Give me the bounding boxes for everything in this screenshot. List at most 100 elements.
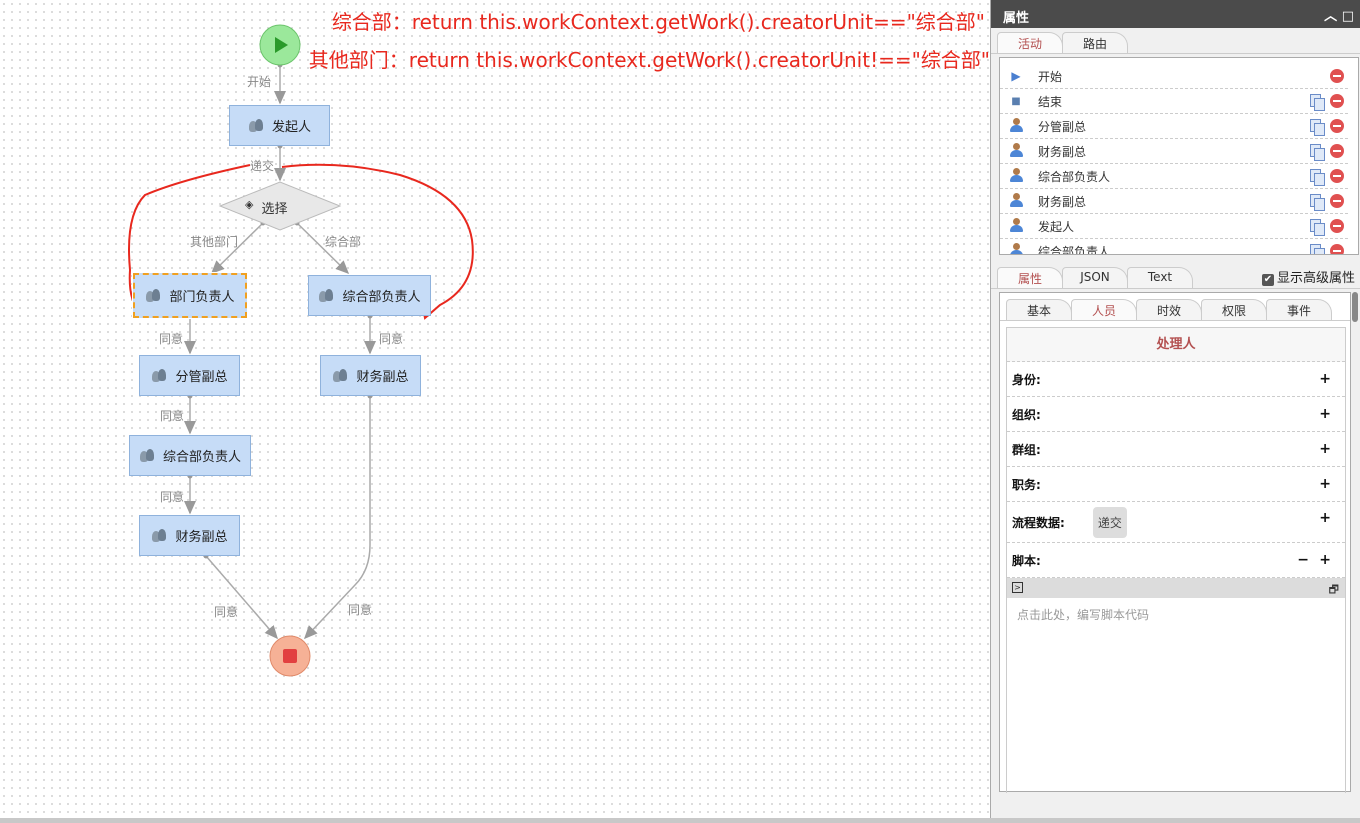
route-label: 开始 bbox=[247, 75, 272, 89]
checkbox-checked-icon: ✔ bbox=[1261, 274, 1274, 286]
add-icon[interactable]: + bbox=[1319, 441, 1331, 457]
person-icon bbox=[1009, 167, 1023, 182]
person-icon bbox=[1009, 142, 1023, 157]
add-icon[interactable]: + bbox=[1319, 510, 1331, 526]
list-item[interactable]: 综合部负责人 bbox=[1000, 164, 1348, 189]
copy-icon[interactable] bbox=[1310, 219, 1325, 236]
users-icon bbox=[151, 528, 167, 543]
status-bar bbox=[0, 818, 1360, 823]
person-icon bbox=[1009, 117, 1023, 132]
list-item[interactable]: 分管副总 bbox=[1000, 114, 1348, 139]
route-label: 同意 bbox=[160, 409, 185, 423]
users-icon bbox=[248, 118, 264, 133]
list-item[interactable]: 财务副总 bbox=[1000, 139, 1348, 164]
tab-routes[interactable]: 路由 bbox=[1062, 32, 1128, 53]
tab-permissions[interactable]: 权限 bbox=[1201, 299, 1267, 320]
tab-text[interactable]: Text bbox=[1127, 267, 1193, 288]
copy-icon[interactable] bbox=[1310, 144, 1325, 161]
collapse-icon[interactable]: ︿ bbox=[1324, 9, 1337, 24]
delete-icon[interactable] bbox=[1330, 69, 1344, 83]
field-process-data: 流程数据: 递交 + bbox=[1007, 502, 1345, 543]
tab-json[interactable]: JSON bbox=[1062, 267, 1128, 288]
route-label: 同意 bbox=[379, 332, 404, 346]
minus-icon[interactable]: − bbox=[1297, 552, 1309, 568]
route-label: 递交 bbox=[250, 159, 275, 173]
gateway-icon: ◈ bbox=[245, 198, 254, 211]
person-icon bbox=[1009, 192, 1023, 207]
panel-controls[interactable]: ︿ □ bbox=[1324, 5, 1354, 24]
node-initiator[interactable]: 发起人 bbox=[229, 105, 330, 146]
node-finance-left[interactable]: 财务副总 bbox=[139, 515, 240, 556]
list-item[interactable]: 综合部负责人 bbox=[1000, 239, 1348, 254]
tab-events[interactable]: 事件 bbox=[1266, 299, 1332, 320]
list-item[interactable]: 发起人 bbox=[1000, 214, 1348, 239]
tab-basic[interactable]: 基本 bbox=[1006, 299, 1072, 320]
node-finance-right[interactable]: 财务副总 bbox=[320, 355, 421, 396]
copy-icon[interactable] bbox=[1310, 244, 1325, 254]
add-icon[interactable]: + bbox=[1319, 371, 1331, 387]
person-icon bbox=[1009, 242, 1023, 254]
panel-header: 属性 ︿ □ bbox=[991, 0, 1360, 28]
users-icon bbox=[139, 448, 155, 463]
copy-icon[interactable] bbox=[1310, 119, 1325, 136]
field-duty: 职务: + bbox=[1007, 467, 1345, 502]
field-identity: 身份: + bbox=[1007, 362, 1345, 397]
add-icon[interactable]: + bbox=[1319, 476, 1331, 492]
stop-icon: ■ bbox=[1011, 95, 1021, 107]
route-label: 同意 bbox=[214, 605, 239, 619]
scrollbar[interactable] bbox=[1352, 292, 1359, 792]
tab-timing[interactable]: 时效 bbox=[1136, 299, 1202, 320]
node-dept-head[interactable]: 部门负责人 bbox=[132, 272, 248, 319]
field-group: 群组: + bbox=[1007, 432, 1345, 467]
delete-icon[interactable] bbox=[1330, 244, 1344, 254]
route-label: 同意 bbox=[160, 490, 185, 504]
script-toolbar: > 🗗 bbox=[1007, 578, 1345, 598]
delete-icon[interactable] bbox=[1330, 169, 1344, 183]
route-label: 同意 bbox=[159, 332, 184, 346]
list-item[interactable]: ■ 结束 bbox=[1000, 89, 1348, 114]
users-icon bbox=[151, 368, 167, 383]
list-item[interactable]: 财务副总 bbox=[1000, 189, 1348, 214]
script-editor[interactable]: 点击此处，编写脚本代码 bbox=[1007, 598, 1345, 631]
copy-icon[interactable] bbox=[1310, 94, 1325, 111]
list-item[interactable]: ▶ 开始 bbox=[1000, 64, 1348, 89]
node-general-head-right[interactable]: 综合部负责人 bbox=[308, 275, 431, 316]
copy-icon[interactable] bbox=[1310, 169, 1325, 186]
delete-icon[interactable] bbox=[1330, 219, 1344, 233]
field-script: 脚本: − + bbox=[1007, 543, 1345, 578]
choice-label[interactable]: ◈ 选择 bbox=[245, 198, 287, 217]
delete-icon[interactable] bbox=[1330, 94, 1344, 108]
route-agree5 bbox=[205, 555, 278, 640]
delete-icon[interactable] bbox=[1330, 194, 1344, 208]
users-icon bbox=[332, 368, 348, 383]
delete-icon[interactable] bbox=[1330, 144, 1344, 158]
users-icon bbox=[145, 288, 161, 303]
show-advanced-checkbox[interactable]: ✔ 显示高级属性 bbox=[1261, 267, 1355, 286]
restore-window-icon[interactable]: 🗗 bbox=[1329, 581, 1339, 600]
tab-properties[interactable]: 属性 bbox=[997, 267, 1063, 288]
users-icon bbox=[318, 288, 334, 303]
add-icon[interactable]: + bbox=[1319, 406, 1331, 422]
route-label: 同意 bbox=[348, 603, 373, 617]
play-icon: ▶ bbox=[1011, 69, 1021, 83]
node-vp[interactable]: 分管副总 bbox=[139, 355, 240, 396]
activity-list: ▶ 开始 ■ 结束 分管副总 财务副总 综合部负责人 财务副总 发起人 综合部负责人 bbox=[999, 57, 1359, 255]
add-icon[interactable]: + bbox=[1319, 552, 1331, 568]
process-data-chip[interactable]: 递交 bbox=[1092, 506, 1127, 538]
node-general-head-left[interactable]: 综合部负责人 bbox=[129, 435, 251, 476]
terminal-icon[interactable]: > bbox=[1012, 582, 1023, 593]
flow-canvas[interactable]: 综合部：return this.workContext.getWork().cr… bbox=[0, 0, 990, 818]
route-label: 综合部 bbox=[325, 235, 362, 249]
tab-personnel[interactable]: 人员 bbox=[1071, 299, 1137, 320]
section-title: 处理人 bbox=[1007, 328, 1345, 362]
scrollbar-thumb[interactable] bbox=[1352, 292, 1358, 322]
tab-activities[interactable]: 活动 bbox=[997, 32, 1063, 53]
flow-connectors bbox=[128, 24, 474, 677]
annotation-general: 综合部：return this.workContext.getWork().cr… bbox=[331, 10, 985, 34]
person-icon bbox=[1009, 217, 1023, 232]
maximize-icon[interactable]: □ bbox=[1342, 9, 1354, 24]
copy-icon[interactable] bbox=[1310, 194, 1325, 211]
delete-icon[interactable] bbox=[1330, 119, 1344, 133]
properties-panel: 属性 ︿ □ 活动 路由 ▶ 开始 ■ 结束 分管副总 财务副总 综合部负责人 财务副… bbox=[990, 0, 1360, 818]
route-label: 其他部门 bbox=[190, 235, 239, 249]
